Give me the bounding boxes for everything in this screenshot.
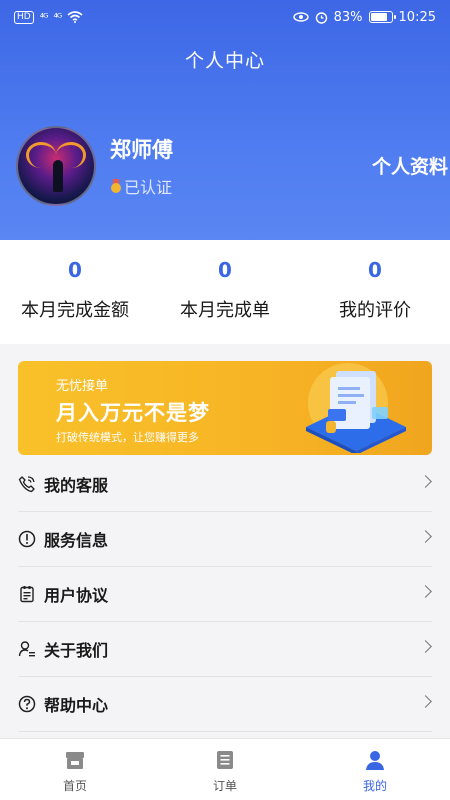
order-icon	[217, 751, 233, 769]
page-title: 个人中心	[184, 50, 265, 72]
clock: 10:25	[398, 9, 436, 25]
banner-subtitle: 打破传统模式，让您赚得更多	[56, 431, 199, 444]
tab-label: 订单	[212, 779, 237, 793]
profile-header: HD ⁴ᴳ ⁴ᴳ 83% 10:25 个人中心 郑师傅 已认证 个人资料	[0, 0, 450, 240]
stat-month-orders[interactable]: 0 本月完成单	[150, 240, 300, 344]
monthly-stats: 0 本月完成金额 0 本月完成单 0 我的评价	[0, 240, 450, 344]
menu-item-customer-service[interactable]: 我的客服	[18, 457, 432, 512]
stat-label: 本月完成单	[180, 300, 270, 321]
tab-orders[interactable]: 订单	[150, 739, 300, 800]
signal-icon: ⁴ᴳ	[39, 10, 49, 24]
menu-label: 帮助中心	[44, 696, 109, 715]
customer-service-icon	[18, 475, 36, 493]
menu-label: 服务信息	[44, 531, 109, 550]
info-icon	[18, 530, 36, 548]
home-icon	[66, 752, 84, 769]
banner-headline: 月入万元不是梦	[56, 401, 210, 425]
menu-item-about-us[interactable]: 关于我们	[18, 622, 432, 677]
eye-icon	[292, 12, 309, 22]
document-illustration-icon	[306, 363, 406, 453]
promo-banner[interactable]: 无忧接单 月入万元不是梦 打破传统模式，让您赚得更多	[18, 361, 432, 455]
alarm-icon	[315, 11, 327, 24]
stat-my-reviews[interactable]: 0 我的评价	[300, 240, 450, 344]
menu-item-service-info[interactable]: 服务信息	[18, 512, 432, 567]
tab-label: 我的	[362, 779, 387, 793]
profile-details-link[interactable]: 个人资料	[360, 152, 450, 180]
hd-chip: HD	[14, 10, 34, 24]
agreement-icon	[18, 585, 36, 603]
user-icon	[366, 751, 384, 770]
battery-icon	[368, 11, 396, 23]
menu-item-help-center[interactable]: 帮助中心	[18, 677, 432, 732]
medal-icon	[110, 179, 122, 193]
verified-label: 已认证	[124, 178, 173, 197]
chevron-right-icon	[419, 530, 432, 543]
battery-percent: 83%	[333, 9, 363, 25]
menu-label: 我的客服	[44, 476, 109, 495]
stat-label: 本月完成金额	[21, 300, 129, 321]
user-name: 郑师傅	[110, 138, 173, 162]
menu-label: 关于我们	[44, 641, 109, 660]
stat-value: 0	[218, 258, 232, 282]
verified-badge: 已认证	[110, 174, 173, 198]
stat-label: 我的评价	[339, 300, 411, 321]
stat-value: 0	[68, 258, 82, 282]
menu-label: 用户协议	[44, 586, 109, 605]
about-icon	[18, 640, 36, 658]
tab-label: 首页	[62, 779, 87, 793]
chevron-right-icon	[419, 475, 432, 488]
tab-home[interactable]: 首页	[0, 739, 150, 800]
tab-mine[interactable]: 我的	[300, 739, 450, 800]
signal-icon: ⁴ᴳ	[53, 10, 62, 24]
chevron-right-icon	[419, 585, 432, 598]
settings-menu: 我的客服 服务信息 用户协议 关于我们 帮助中心	[18, 457, 432, 732]
wifi-icon	[67, 11, 83, 23]
status-bar: HD ⁴ᴳ ⁴ᴳ 83% 10:25	[0, 0, 450, 34]
help-icon	[18, 695, 36, 713]
stat-month-amount[interactable]: 0 本月完成金额	[0, 240, 150, 344]
chevron-right-icon	[419, 695, 432, 708]
avatar[interactable]	[16, 126, 96, 206]
profile-link-label: 个人资料	[372, 156, 449, 178]
banner-kicker: 无忧接单	[56, 379, 109, 394]
menu-item-user-agreement[interactable]: 用户协议	[18, 567, 432, 622]
stat-value: 0	[368, 258, 382, 282]
chevron-right-icon	[419, 640, 432, 653]
bottom-tab-bar: 首页 订单 我的	[0, 738, 450, 800]
user-profile: 郑师傅 已认证	[16, 126, 173, 206]
